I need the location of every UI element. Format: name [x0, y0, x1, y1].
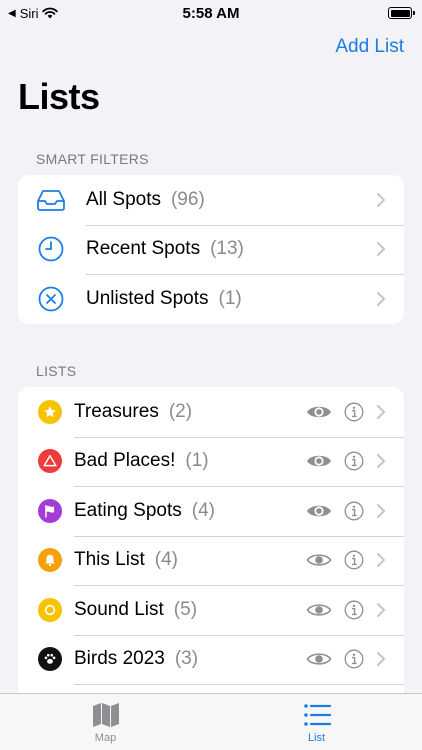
list-item-label: Bad Places! (1) — [74, 450, 209, 472]
chevron-right-icon — [377, 553, 385, 568]
smart-filter-count: (96) — [170, 188, 205, 210]
circle-icon — [38, 597, 62, 622]
star-icon — [38, 399, 62, 424]
eye-outline-icon[interactable] — [306, 551, 332, 569]
info-icon[interactable] — [344, 600, 364, 620]
tab-bar: Map List — [0, 693, 422, 750]
smart-filter-count: (1) — [218, 287, 242, 309]
list-item-label: This List (4) — [74, 549, 178, 571]
list-item-count: (2) — [168, 400, 193, 422]
smart-filter-count: (13) — [210, 238, 244, 260]
paw-icon — [38, 647, 62, 672]
list-item-count: (4) — [154, 549, 178, 571]
warning-triangle-icon — [38, 449, 62, 474]
eye-icon[interactable] — [306, 452, 332, 470]
wifi-icon — [42, 7, 59, 19]
smart-filter-label: Unlisted Spots (1) — [86, 287, 242, 309]
chevron-right-icon — [377, 602, 385, 617]
tab-list[interactable]: List — [211, 694, 422, 750]
info-icon[interactable] — [344, 451, 364, 471]
list-item-count: (1) — [185, 450, 209, 472]
status-left: ◀ Siri — [8, 5, 59, 21]
chevron-right-icon — [377, 454, 385, 469]
list-item-label: Birds 2023 (3) — [74, 648, 199, 670]
clock-icon — [36, 234, 66, 264]
status-time: 5:58 AM — [182, 4, 240, 22]
status-bar: ◀ Siri 5:58 AM — [0, 0, 422, 26]
smart-filters-card: All Spots (96) Recent Spots (13) Unlisted … — [18, 175, 404, 324]
chevron-right-icon — [377, 404, 385, 419]
chevron-right-icon — [377, 192, 385, 207]
info-icon[interactable] — [344, 501, 364, 521]
eye-icon[interactable] — [306, 403, 332, 421]
carrier-label: Siri — [19, 5, 39, 21]
tab-map-label: Map — [94, 732, 117, 744]
info-icon[interactable] — [344, 550, 364, 570]
chevron-right-icon — [377, 652, 385, 667]
list-icon — [303, 704, 331, 726]
tray-icon — [36, 185, 66, 215]
smart-filter-label: All Spots (96) — [86, 188, 205, 210]
chevron-right-icon — [377, 503, 385, 518]
list-item-bad-places[interactable]: Bad Places! (1) — [18, 436, 404, 487]
list-item-eating-spots[interactable]: Eating Spots (4) — [18, 486, 404, 536]
flag-icon — [38, 498, 62, 523]
chevron-right-icon — [377, 242, 385, 257]
lists-header: LISTS — [36, 363, 77, 379]
list-item-count: (3) — [174, 648, 199, 670]
add-list-button[interactable]: Add List — [335, 36, 404, 58]
eye-outline-icon[interactable] — [306, 601, 332, 619]
map-icon — [92, 703, 119, 727]
list-item-label: Sound List (5) — [74, 598, 198, 620]
smart-filter-recent-spots[interactable]: Recent Spots (13) — [18, 224, 404, 275]
page-title: Lists — [18, 76, 100, 117]
info-icon[interactable] — [344, 649, 364, 669]
x-circle-icon — [36, 284, 66, 314]
list-item-label: Eating Spots (4) — [74, 499, 215, 521]
list-item-sound-list[interactable]: Sound List (5) — [18, 585, 404, 635]
eye-icon[interactable] — [306, 502, 332, 520]
battery-icon — [388, 7, 415, 19]
eye-outline-icon[interactable] — [306, 650, 332, 668]
lists-card: Treasures (2) Bad Places! (1) Eating Spots… — [18, 387, 404, 707]
list-item-this-list[interactable]: This List (4) — [18, 535, 404, 586]
tab-list-label: List — [307, 732, 326, 744]
info-icon[interactable] — [344, 402, 364, 422]
list-item-treasures[interactable]: Treasures (2) — [18, 387, 404, 437]
list-item-count: (4) — [191, 499, 215, 521]
smart-filter-all-spots[interactable]: All Spots (96) — [18, 175, 404, 225]
list-item-label: Treasures (2) — [74, 400, 193, 422]
list-item-birds-2023[interactable]: Birds 2023 (3) — [18, 634, 404, 685]
list-item-count: (5) — [173, 598, 198, 620]
back-to-app-icon[interactable]: ◀ — [8, 8, 16, 19]
smart-filters-header: SMART FILTERS — [36, 151, 149, 167]
bell-icon — [38, 548, 62, 573]
tab-map[interactable]: Map — [0, 694, 211, 750]
smart-filter-unlisted-spots[interactable]: Unlisted Spots (1) — [18, 274, 404, 324]
smart-filter-label: Recent Spots (13) — [86, 238, 244, 260]
chevron-right-icon — [377, 291, 385, 306]
